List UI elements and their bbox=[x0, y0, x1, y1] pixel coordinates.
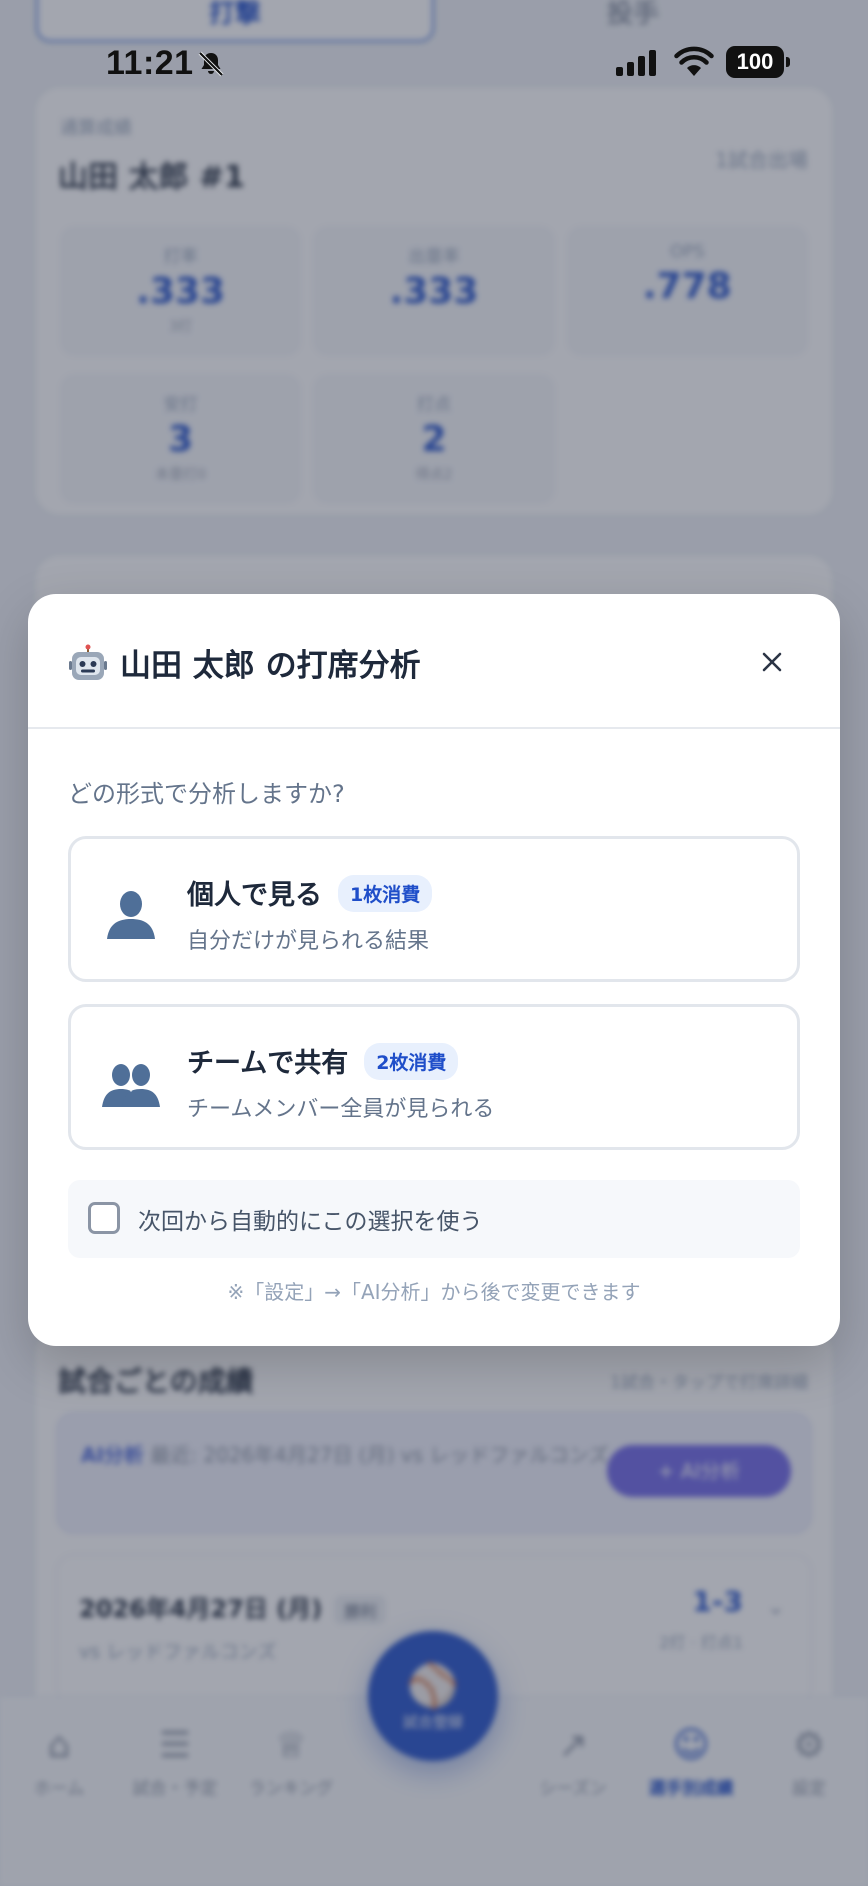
people-icon bbox=[102, 1064, 160, 1107]
cost-badge: 2枚消費 bbox=[364, 1043, 459, 1080]
status-bar: 11:21 100 bbox=[0, 42, 868, 88]
modal-title: 山田 太郎 の打席分析 bbox=[120, 648, 421, 684]
battery-icon: 100 bbox=[726, 46, 790, 78]
robot-icon bbox=[69, 644, 107, 680]
cellular-signal-icon bbox=[616, 50, 656, 76]
option-team-share[interactable]: チームで共有 2枚消費 チームメンバー全員が見られる bbox=[68, 1004, 800, 1150]
option-description: 自分だけが見られる結果 bbox=[187, 929, 430, 954]
remember-checkbox[interactable] bbox=[88, 1202, 120, 1234]
option-title: 個人で見る 1枚消費 bbox=[187, 873, 433, 912]
option-title: チームで共有 2枚消費 bbox=[187, 1041, 459, 1080]
option-description: チームメンバー全員が見られる bbox=[187, 1097, 495, 1122]
remember-choice-label: 次回から自動的にこの選択を使う bbox=[138, 1209, 483, 1235]
option-personal[interactable]: 個人で見る 1枚消費 自分だけが見られる結果 bbox=[68, 836, 800, 982]
remember-choice-row[interactable]: 次回から自動的にこの選択を使う bbox=[68, 1180, 800, 1258]
analysis-modal: 山田 太郎 の打席分析 どの形式で分析しますか? 個人で見る 1枚消費 自分だけが… bbox=[28, 594, 840, 1346]
close-icon bbox=[762, 652, 782, 672]
status-time: 11:21 bbox=[106, 44, 194, 82]
bell-muted-icon bbox=[198, 51, 224, 77]
option-title-text: 個人で見る bbox=[187, 880, 322, 911]
cost-badge: 1枚消費 bbox=[338, 875, 433, 912]
settings-footnote: ※「設定」→「AI分析」から後で変更できます bbox=[227, 1280, 641, 1304]
analysis-question: どの形式で分析しますか? bbox=[68, 780, 345, 808]
option-title-text: チームで共有 bbox=[187, 1048, 349, 1079]
person-icon bbox=[107, 891, 155, 939]
wifi-icon bbox=[674, 46, 714, 76]
modal-header: 山田 太郎 の打席分析 bbox=[28, 594, 840, 729]
close-button[interactable] bbox=[744, 634, 800, 690]
